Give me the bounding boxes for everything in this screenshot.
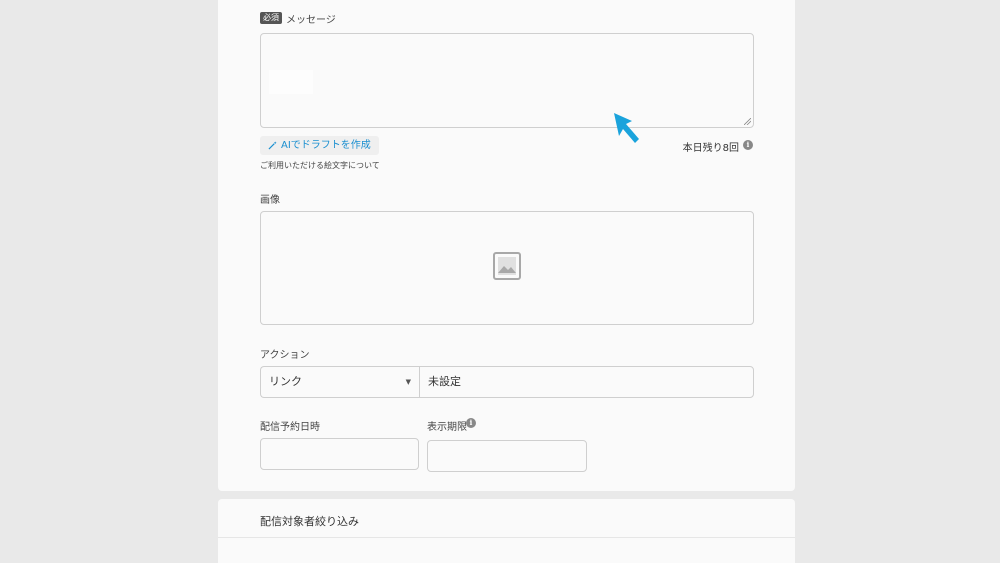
action-type-value: リンク: [269, 375, 302, 388]
ai-draft-button-label: AIでドラフトを作成: [281, 140, 371, 151]
schedule-datetime-input[interactable]: [260, 438, 419, 470]
caret-down-icon: ▼: [405, 378, 411, 386]
action-value-field[interactable]: 未設定: [419, 366, 754, 398]
info-icon[interactable]: i: [743, 140, 753, 150]
message-textarea[interactable]: [260, 33, 754, 128]
remaining-count: 本日残り8回: [682, 143, 739, 154]
action-value-text: 未設定: [428, 375, 461, 388]
pointer-cursor-icon: [614, 113, 639, 143]
schedule-label: 配信予約日時: [260, 422, 320, 433]
message-settings-card: 必須 メッセージ AIでドラフトを作成 本日残り8回 i ご利用いただける絵文字…: [218, 0, 795, 491]
image-upload-area[interactable]: [260, 211, 754, 325]
magic-wand-icon: [268, 141, 277, 150]
divider: [218, 537, 795, 538]
ai-draft-button[interactable]: AIでドラフトを作成: [260, 136, 379, 155]
image-placeholder-icon: [493, 252, 521, 280]
image-label: 画像: [260, 195, 280, 206]
display-period-input[interactable]: [427, 440, 587, 472]
display-period-label: 表示期限: [427, 422, 467, 433]
resize-handle-icon[interactable]: [744, 118, 751, 125]
required-badge: 必須: [260, 12, 282, 24]
action-type-select[interactable]: リンク ▼: [260, 366, 419, 398]
emoji-info-link[interactable]: ご利用いただける絵文字について: [260, 160, 380, 171]
message-label: メッセージ: [286, 15, 336, 26]
action-label: アクション: [260, 350, 310, 361]
filter-section-title: 配信対象者絞り込み: [260, 515, 359, 528]
filter-section-card: 配信対象者絞り込み: [218, 499, 795, 563]
textarea-content: [269, 70, 313, 94]
info-icon[interactable]: i: [466, 418, 476, 428]
